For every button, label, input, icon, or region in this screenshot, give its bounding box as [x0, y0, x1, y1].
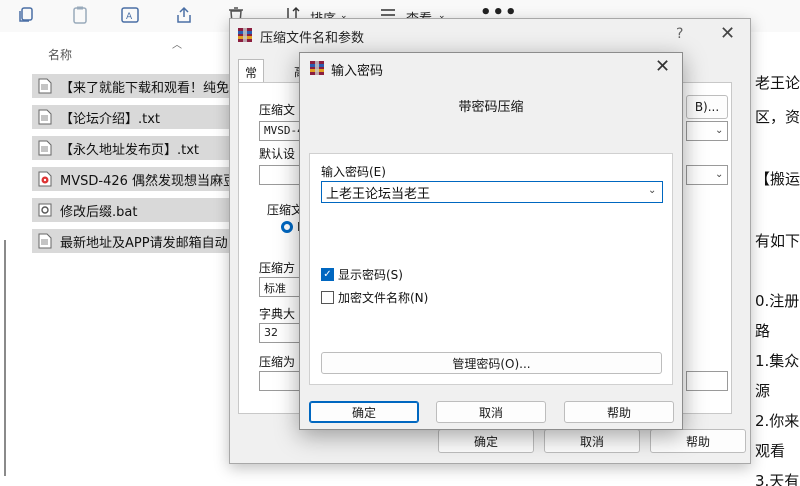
winrar-icon [310, 61, 324, 75]
checkbox-unchecked-icon [321, 291, 334, 304]
file-name: 【永久地址发布页】.txt [60, 142, 200, 158]
rename-icon[interactable]: A [120, 5, 140, 25]
file-row[interactable]: 【论坛介绍】.txt [32, 105, 232, 129]
column-header-name[interactable]: 名称 [48, 46, 72, 63]
chevron-down-icon: ⌄ [715, 169, 724, 180]
article-line: 【搬运 [755, 170, 800, 188]
txt-file-icon [38, 109, 52, 125]
ok-button[interactable]: 确定 [438, 429, 534, 453]
password-input[interactable] [321, 181, 663, 203]
article-line: 2.你来 [755, 412, 800, 430]
dialog-title: 输入密码 [331, 64, 384, 79]
article-line: 区，资 [755, 108, 800, 126]
winrar-icon [238, 28, 252, 42]
video-file-icon [38, 171, 52, 187]
file-name: 【论坛介绍】.txt [60, 111, 161, 127]
dialog-title: 压缩文件名和参数 [260, 31, 365, 46]
tab-general[interactable]: 常规 [238, 59, 265, 97]
bat-file-icon [38, 203, 52, 217]
file-name: MVSD-426 偶然发现想当麻豆 [60, 173, 232, 189]
article-line: 有如下 [755, 232, 800, 250]
article-line: 老王论 [755, 74, 800, 92]
file-row[interactable]: MVSD-426 偶然发现想当麻豆 [32, 167, 232, 191]
default-profile-label: 默认设 [259, 147, 296, 161]
scrollbar[interactable] [4, 240, 6, 476]
ok-button[interactable]: 确定 [309, 401, 419, 423]
file-row[interactable]: 【来了就能下载和观看！纯免费 [32, 74, 232, 98]
dialog-subtitle: 带密码压缩 [458, 100, 524, 115]
format-radio-rar[interactable] [281, 221, 293, 233]
chevron-down-icon[interactable]: ⌄ [648, 185, 656, 196]
browse-button[interactable]: B)... [686, 95, 728, 119]
cancel-button[interactable]: 取消 [544, 429, 640, 453]
file-name: 最新地址及APP请发邮箱自动 [60, 235, 228, 251]
copy-icon[interactable] [16, 5, 36, 25]
svg-text:A: A [126, 12, 133, 22]
paste-icon[interactable] [70, 5, 90, 25]
article-line: 路 [755, 322, 771, 340]
txt-file-icon [38, 140, 52, 156]
show-password-label: 显示密码(S) [338, 268, 403, 282]
article-line: 0.注册 [755, 292, 800, 310]
file-row[interactable]: 修改后缀.bat [32, 198, 232, 222]
chevron-down-icon: ⌄ [715, 125, 724, 136]
txt-file-icon [38, 78, 52, 94]
file-name: 修改后缀.bat [60, 204, 138, 220]
help-icon[interactable]: ? [676, 26, 683, 42]
manage-passwords-button[interactable]: 管理密码(O)... [321, 352, 662, 374]
split-volumes-label: 压缩为 [259, 355, 296, 369]
archive-format-label: 压缩文 [267, 203, 304, 217]
article-line: 1.集众 [755, 352, 800, 370]
compression-method-label: 压缩方 [259, 261, 296, 275]
dictionary-size-label: 字典大 [259, 307, 296, 321]
file-row[interactable]: 【永久地址发布页】.txt [32, 136, 232, 160]
sort-caret-icon: ︿ [172, 40, 182, 51]
encrypt-filenames-label: 加密文件名称(N) [338, 291, 429, 305]
share-icon[interactable] [174, 5, 194, 25]
help-button[interactable]: 帮助 [564, 401, 674, 423]
show-password-checkbox[interactable]: ✓ 显示密码(S) [321, 266, 403, 283]
archive-name-label: 压缩文 [259, 103, 296, 117]
checkbox-checked-icon: ✓ [321, 268, 334, 281]
article-text: 老王论 区，资 【搬运 有如下 0.注册 路 1.集众 源 2.你来 观看 3.… [755, 72, 800, 486]
parameters-field[interactable] [686, 371, 728, 391]
article-line: 观看 [755, 442, 786, 460]
article-line: 源 [755, 382, 771, 400]
help-button[interactable]: 帮助 [650, 429, 746, 453]
file-name: 【来了就能下载和观看！纯免费 [60, 80, 232, 96]
cancel-button[interactable]: 取消 [436, 401, 546, 423]
file-row[interactable]: 最新地址及APP请发邮箱自动 [32, 229, 232, 253]
txt-file-icon [38, 233, 52, 249]
enter-password-dialog: 输入密码 ✕ 带密码压缩 输入密码(E) ⌄ ✓ 显示密码(S) 加密文件名称(… [299, 52, 683, 430]
encrypt-filenames-checkbox[interactable]: 加密文件名称(N) [321, 289, 428, 306]
password-label: 输入密码(E) [321, 165, 386, 179]
file-list: 【来了就能下载和观看！纯免费 【论坛介绍】.txt 【永久地址发布页】.txt … [32, 74, 232, 260]
article-line: 3.天有 [755, 472, 800, 486]
close-icon[interactable]: ✕ [655, 56, 670, 77]
close-icon[interactable]: ✕ [720, 23, 735, 44]
